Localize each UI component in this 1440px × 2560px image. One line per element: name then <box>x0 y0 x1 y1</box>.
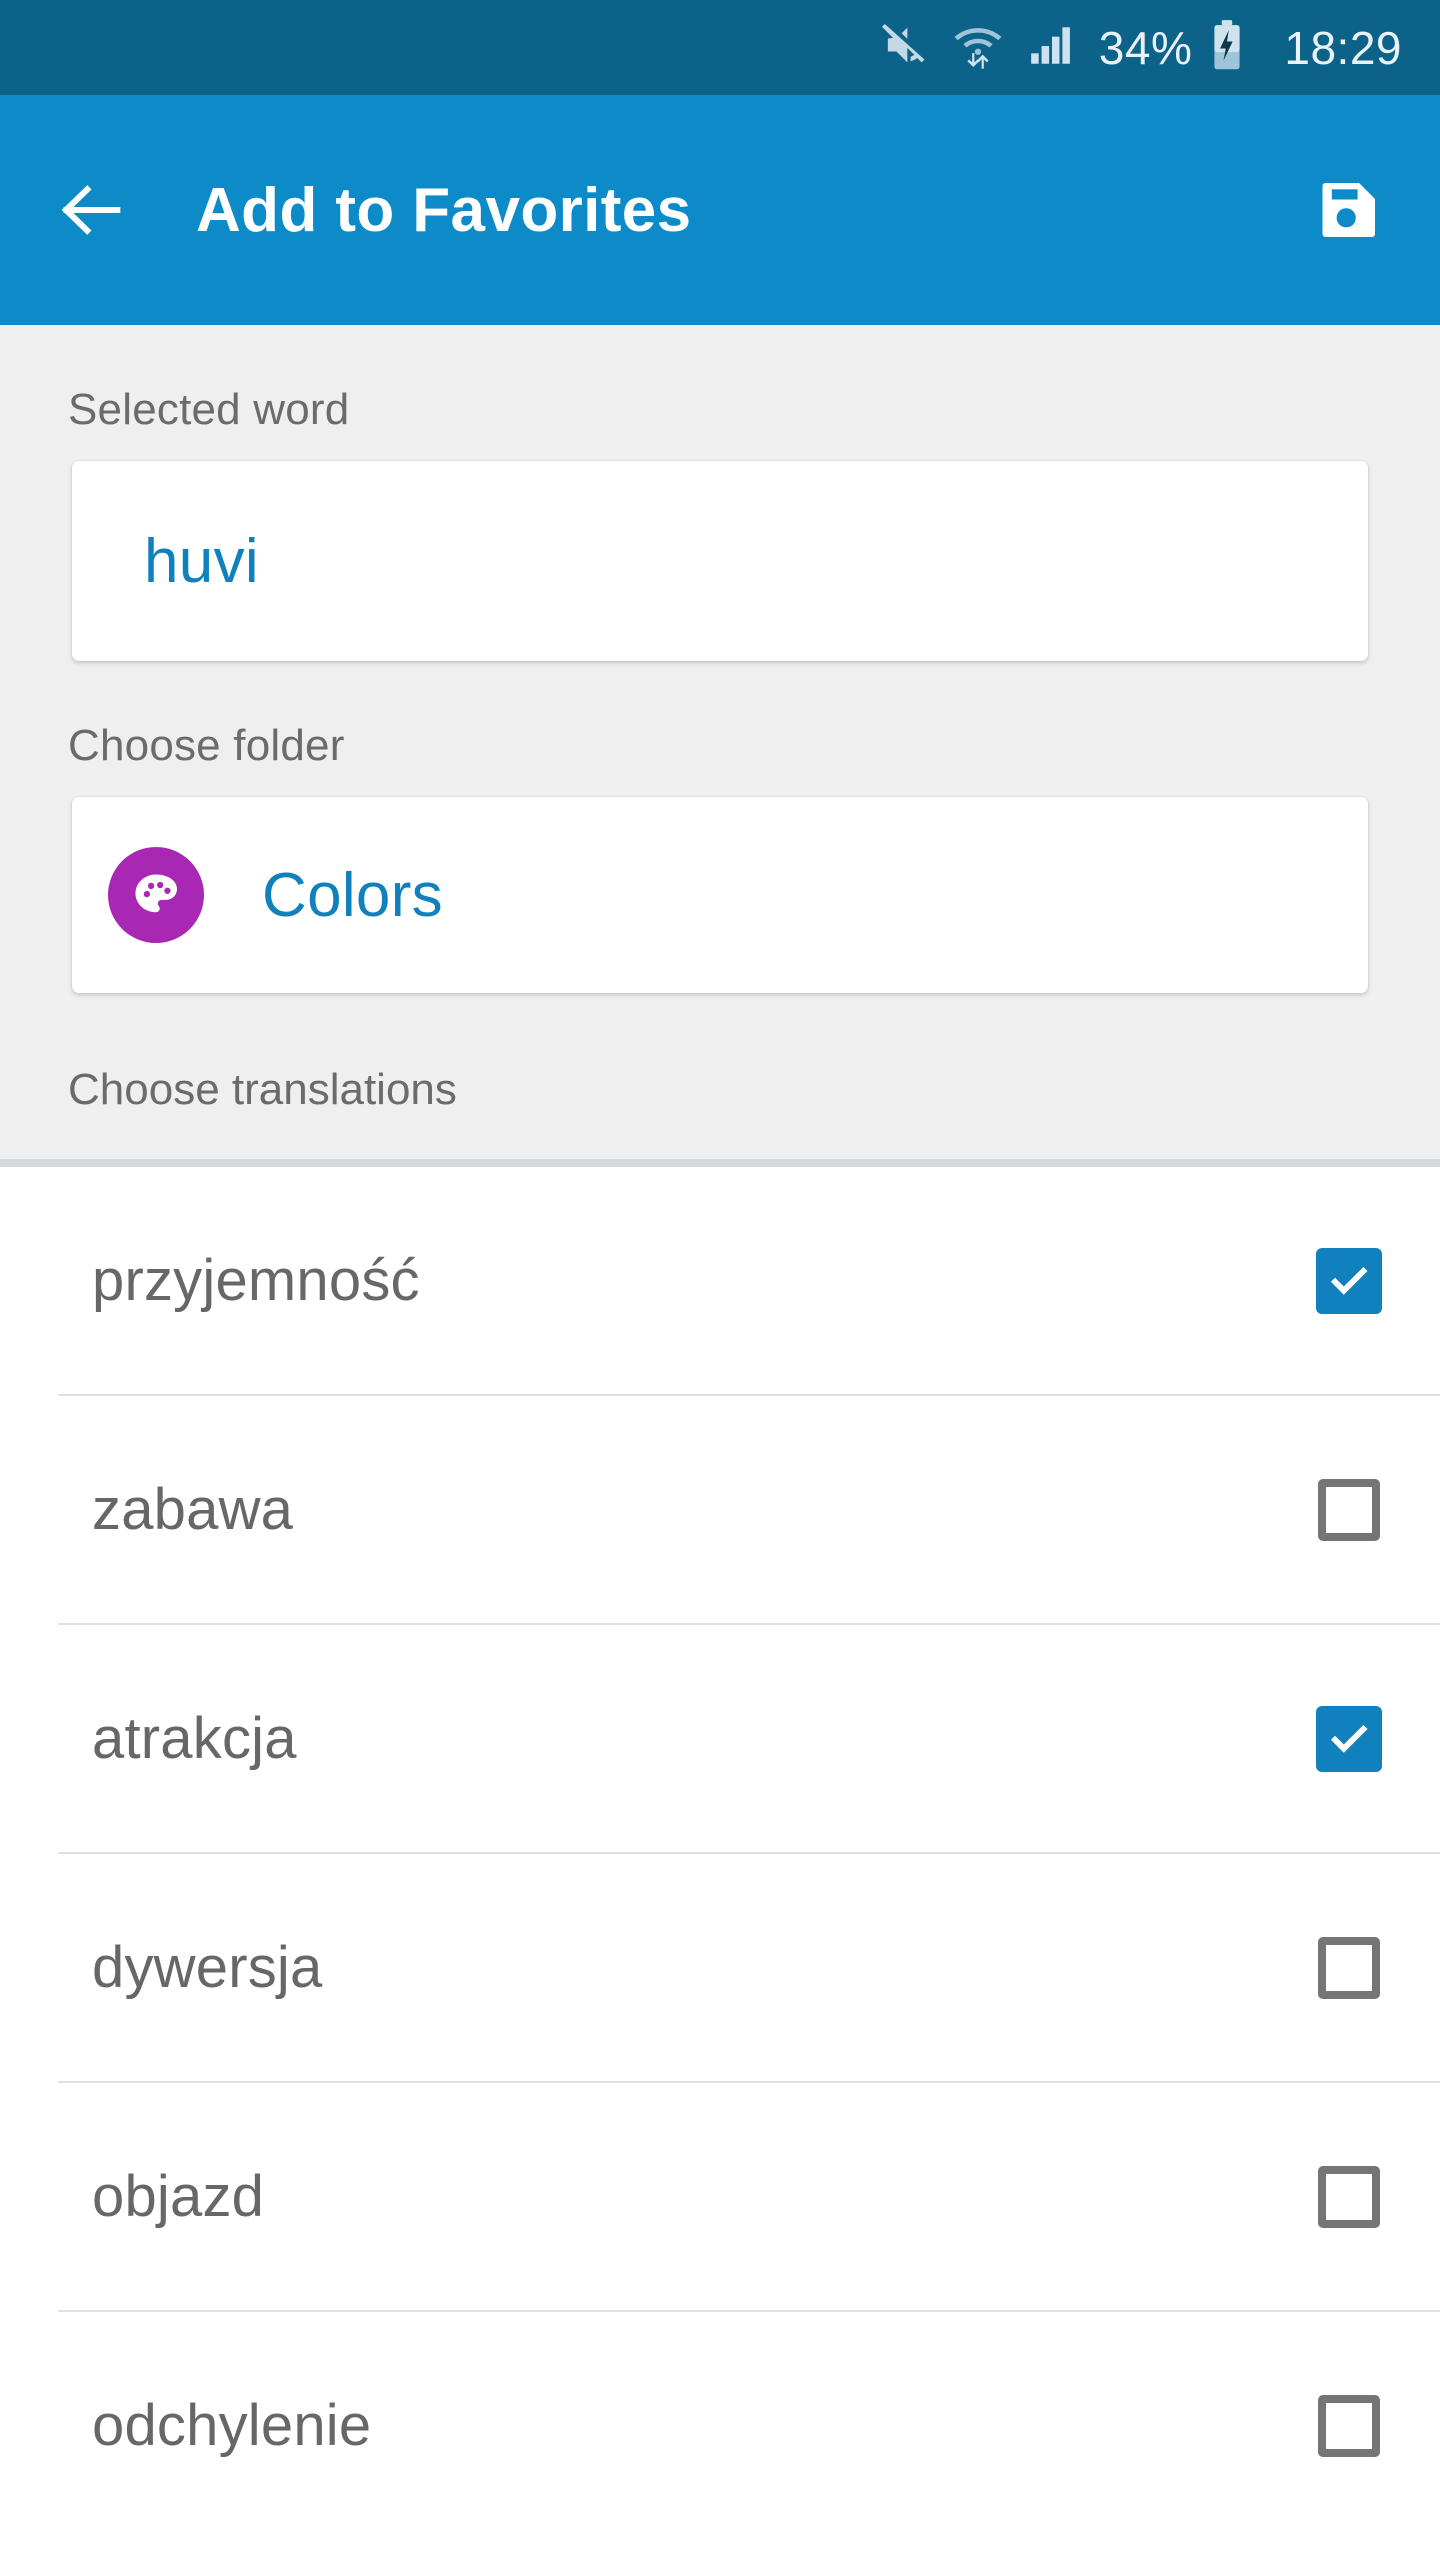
wifi-icon <box>951 18 1005 77</box>
checkbox-unchecked-icon <box>1318 2165 1380 2228</box>
status-bar-clock: 18:29 <box>1284 21 1402 74</box>
choose-translations-label: Choose translations <box>68 1065 457 1114</box>
checkbox-checked-icon <box>1316 1705 1382 1772</box>
translation-checkbox[interactable] <box>1316 1935 1382 2001</box>
back-arrow-icon[interactable] <box>50 168 134 252</box>
selected-word-label: Selected word <box>68 385 350 434</box>
battery-charging-icon <box>1204 19 1250 76</box>
translation-text: zabawa <box>92 1477 294 1542</box>
palette-icon <box>108 847 204 943</box>
selected-word-field[interactable]: huvi <box>72 461 1368 661</box>
translation-row[interactable]: dywersja <box>0 1854 1440 2081</box>
page-title: Add to Favorites <box>196 175 692 245</box>
save-icon[interactable] <box>1300 162 1396 258</box>
battery-percent-text: 34% <box>1098 21 1193 74</box>
translation-text: odchylenie <box>92 2393 372 2458</box>
mute-icon <box>877 19 929 76</box>
signal-icon <box>1027 20 1077 75</box>
translation-text: dywersja <box>92 1935 323 2000</box>
checkbox-unchecked-icon <box>1318 1936 1380 1999</box>
translation-checkbox[interactable] <box>1316 1477 1382 1543</box>
translation-checkbox[interactable] <box>1316 1705 1382 1772</box>
translation-text: objazd <box>92 2164 265 2229</box>
translation-row[interactable]: przyjemność <box>0 1167 1440 1394</box>
checkbox-checked-icon <box>1316 1247 1382 1314</box>
folder-name: Colors <box>262 860 443 930</box>
choose-folder-label: Choose folder <box>68 721 345 770</box>
folder-selector[interactable]: Colors <box>72 797 1368 993</box>
translation-row[interactable]: objazd <box>0 2083 1440 2310</box>
form-area: Selected word huvi Choose folder Colors … <box>0 325 1440 1159</box>
translation-checkbox[interactable] <box>1316 2164 1382 2230</box>
checkbox-unchecked-icon <box>1318 2394 1380 2457</box>
translation-checkbox[interactable] <box>1316 2393 1382 2459</box>
translation-row[interactable]: atrakcja <box>0 1625 1440 1852</box>
translations-list: przyjemność zabawa atrakcja dywersja obj… <box>0 1167 1440 2539</box>
translation-text: przyjemność <box>92 1248 420 1313</box>
app-bar: Add to Favorites <box>0 95 1440 325</box>
checkbox-unchecked-icon <box>1318 1478 1380 1541</box>
status-bar: 34% 18:29 <box>0 0 1440 95</box>
selected-word-value: huvi <box>144 526 259 596</box>
section-divider <box>0 1159 1440 1167</box>
translation-row[interactable]: odchylenie <box>0 2312 1440 2539</box>
translation-row[interactable]: zabawa <box>0 1396 1440 1623</box>
translation-text: atrakcja <box>92 1706 297 1771</box>
translation-checkbox[interactable] <box>1316 1247 1382 1314</box>
